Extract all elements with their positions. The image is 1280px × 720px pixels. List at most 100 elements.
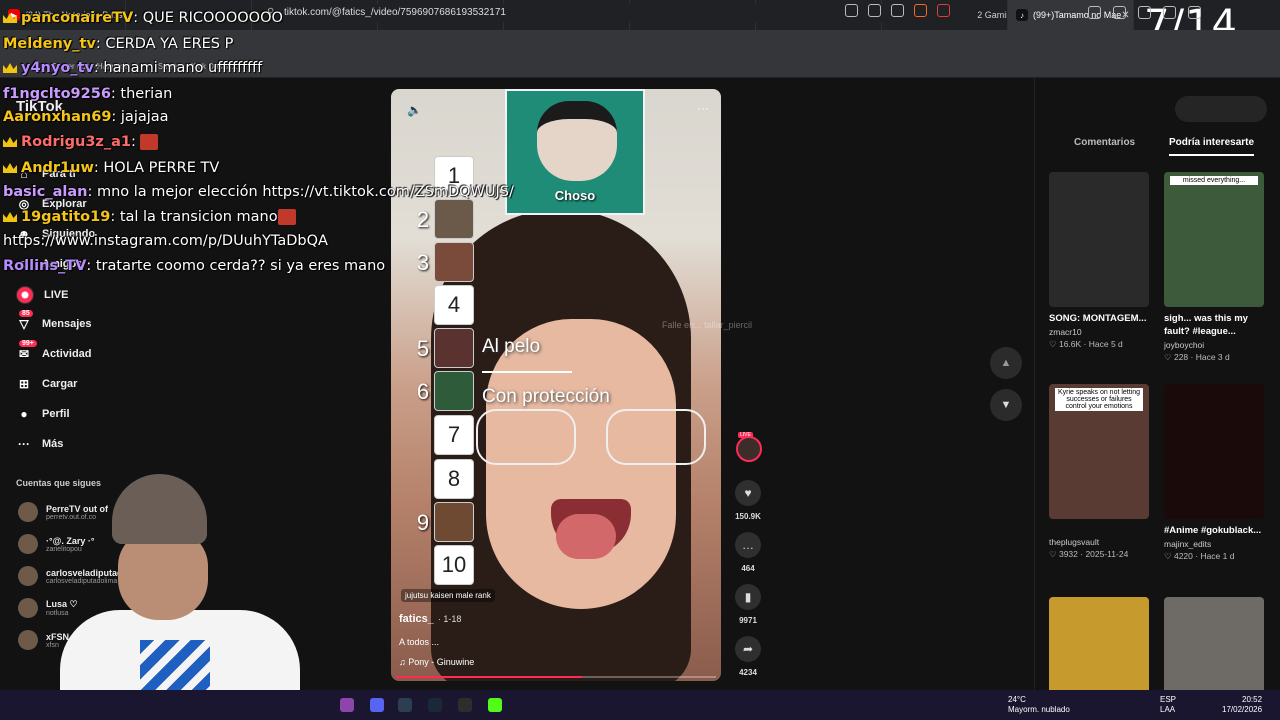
sidebar-item-more[interactable]: ··· Más	[16, 436, 63, 452]
tiktok-icon: ♪	[1016, 9, 1028, 21]
recommended-video-card[interactable]: Kyrie speaks on not letting successes or…	[1049, 384, 1149, 560]
obs-icon[interactable]	[458, 698, 472, 712]
chat-username: y4nyo_tv	[21, 60, 94, 76]
music-label[interactable]: ♫ Pony - Ginuwine	[399, 657, 474, 667]
cast-icon[interactable]	[868, 4, 881, 17]
video-progress-fill	[396, 676, 582, 678]
video-progress-bar[interactable]	[396, 676, 716, 678]
card-title: sigh... was this my fault? #league...	[1164, 313, 1248, 337]
webcam-overlay	[0, 470, 300, 720]
tab-podria-interesarte[interactable]: Podría interesarte	[1169, 137, 1255, 156]
sidebar-item-profile[interactable]: ● Perfil	[16, 406, 69, 422]
sidebar-item-upload[interactable]: ⊞ Cargar	[16, 376, 78, 392]
comment-count: 464	[741, 564, 755, 573]
video-thumbnail[interactable]	[1049, 172, 1149, 307]
rank-number: 6	[416, 379, 430, 404]
previous-video-button[interactable]: ▲	[990, 347, 1022, 379]
translate-icon[interactable]	[845, 4, 858, 17]
language-indicator[interactable]: ESP LAA	[1160, 695, 1176, 715]
overlay-text-1: Al pelo	[482, 336, 541, 357]
emote-icon	[277, 209, 296, 225]
app-icon[interactable]	[340, 698, 354, 712]
video-thumbnail[interactable]: Kyrie speaks on not letting successes or…	[1049, 384, 1149, 519]
crown-icon	[3, 163, 17, 173]
comment-icon[interactable]: …	[735, 532, 761, 558]
ghost-overlay-text: Falle en... tallar_piercil	[662, 320, 753, 330]
sidebar-item-label: Cargar	[42, 378, 78, 390]
sidebar-item-activity[interactable]: ✉ Actividad 99+	[16, 340, 92, 362]
app-icon[interactable]	[398, 698, 412, 712]
rank-slot: 4	[434, 285, 474, 325]
chat-text: : jajajaa	[111, 109, 169, 125]
chat-text: : therian	[110, 86, 173, 102]
downloads-icon[interactable]	[1113, 6, 1126, 19]
like-action[interactable]: ♥ 150.9K	[734, 480, 762, 521]
live-icon	[16, 286, 34, 304]
chat-message: f1ngclto9256: therian	[3, 86, 172, 102]
chat-text: :	[130, 134, 141, 150]
sidebar-item-label: Actividad	[42, 348, 92, 360]
menu-icon[interactable]	[1188, 6, 1201, 19]
share-icon[interactable]	[891, 4, 904, 17]
glasses-graphic	[476, 409, 716, 469]
creator-live-avatar[interactable]: LIVE	[736, 432, 762, 462]
chat-text: : QUE RICOOOOOOO	[133, 10, 283, 26]
brave-rewards-icon[interactable]	[937, 4, 950, 17]
notification-badge: 99+	[19, 340, 37, 347]
sidebar-item-label: Mensajes	[42, 318, 92, 330]
extensions-icon[interactable]	[1088, 6, 1101, 19]
next-video-button[interactable]: ▼	[990, 389, 1022, 421]
url-text: tiktok.com/@fatics_/video/75969076861935…	[284, 7, 506, 18]
video-tag[interactable]: jujutsu kaisen male rank	[401, 589, 495, 602]
video-thumbnail[interactable]: missed everything...	[1164, 172, 1264, 307]
chat-message: https://www.instagram.com/p/DUuhYTaDbQA	[3, 233, 328, 249]
comment-action[interactable]: … 464	[734, 532, 762, 573]
card-user: theplugsvault	[1049, 537, 1100, 547]
wallet-icon[interactable]	[1163, 6, 1176, 19]
recommended-video-card[interactable]: missed everything... sigh... was this my …	[1164, 172, 1264, 363]
video-description[interactable]: A todos ...	[399, 637, 439, 647]
video-author[interactable]: fatics_ · 1-18	[399, 613, 461, 625]
chat-username: f1ngclto9256	[3, 86, 111, 102]
brave-shield-icon[interactable]	[914, 4, 927, 17]
message-icon: ▽	[19, 317, 29, 331]
rank-number: 5	[416, 336, 430, 361]
mute-icon[interactable]: 🔈	[407, 103, 422, 117]
crown-icon	[3, 137, 17, 147]
rank-slot	[434, 199, 474, 239]
rank-slot-number: 10	[441, 552, 467, 577]
rank-slot-number: 7	[447, 422, 461, 447]
tab-comentarios[interactable]: Comentarios	[1074, 137, 1135, 148]
sidebar-item-live[interactable]: LIVE	[16, 286, 68, 304]
weather-widget[interactable]: 24°C Mayorm. nublado	[1008, 695, 1070, 715]
more-icon: ···	[18, 437, 30, 451]
recommended-video-card[interactable]: SONG: MONTAGEM... zmacr10 ♡ 16.6K · Hace 5…	[1049, 172, 1149, 350]
card-meta: ♡ 4220 · Hace 1 d	[1164, 551, 1235, 561]
heart-icon[interactable]: ♥	[735, 480, 761, 506]
share-action[interactable]: ➦ 4234	[734, 636, 762, 677]
sidebar-icon[interactable]	[1138, 6, 1151, 19]
weather-temp: 24°C	[1008, 695, 1026, 704]
card-user: zmacr10	[1049, 327, 1082, 337]
sidebar-item-message[interactable]: ▽ Mensajes 85	[16, 310, 92, 332]
chevron-down-icon: ▼	[1000, 399, 1012, 411]
system-clock[interactable]: 20:52 17/02/2026	[1222, 695, 1262, 715]
video-thumbnail[interactable]	[1164, 384, 1264, 519]
kick-icon[interactable]	[488, 698, 502, 712]
rank-slot	[434, 371, 474, 411]
choso-card: Choso	[505, 89, 645, 215]
video-player[interactable]: Choso 🔈 ··· 1 2 3 4 5 6 7 8 9 10 Al pelo Con prot…	[391, 89, 721, 681]
streamer-beanie	[112, 474, 207, 544]
chat-text: : HOLA PERRE TV	[93, 160, 220, 176]
clock-time: 20:52	[1242, 695, 1263, 704]
more-options-icon[interactable]: ···	[697, 101, 709, 115]
bookmark-save-icon[interactable]: ▮	[735, 584, 761, 610]
card-meta: ♡ 16.6K · Hace 5 d	[1049, 339, 1123, 349]
steam-icon[interactable]	[428, 698, 442, 712]
recommended-video-card[interactable]: #Anime #gokublack... majinx_edits ♡ 4220 ·…	[1164, 384, 1264, 562]
save-action[interactable]: ▮ 9971	[734, 584, 762, 625]
chat-message: Andr1uw: HOLA PERRE TV	[3, 160, 219, 176]
discord-icon[interactable]	[370, 698, 384, 712]
chat-text: : CERDA YA ERES P	[95, 36, 234, 52]
share-arrow-icon[interactable]: ➦	[735, 636, 761, 662]
